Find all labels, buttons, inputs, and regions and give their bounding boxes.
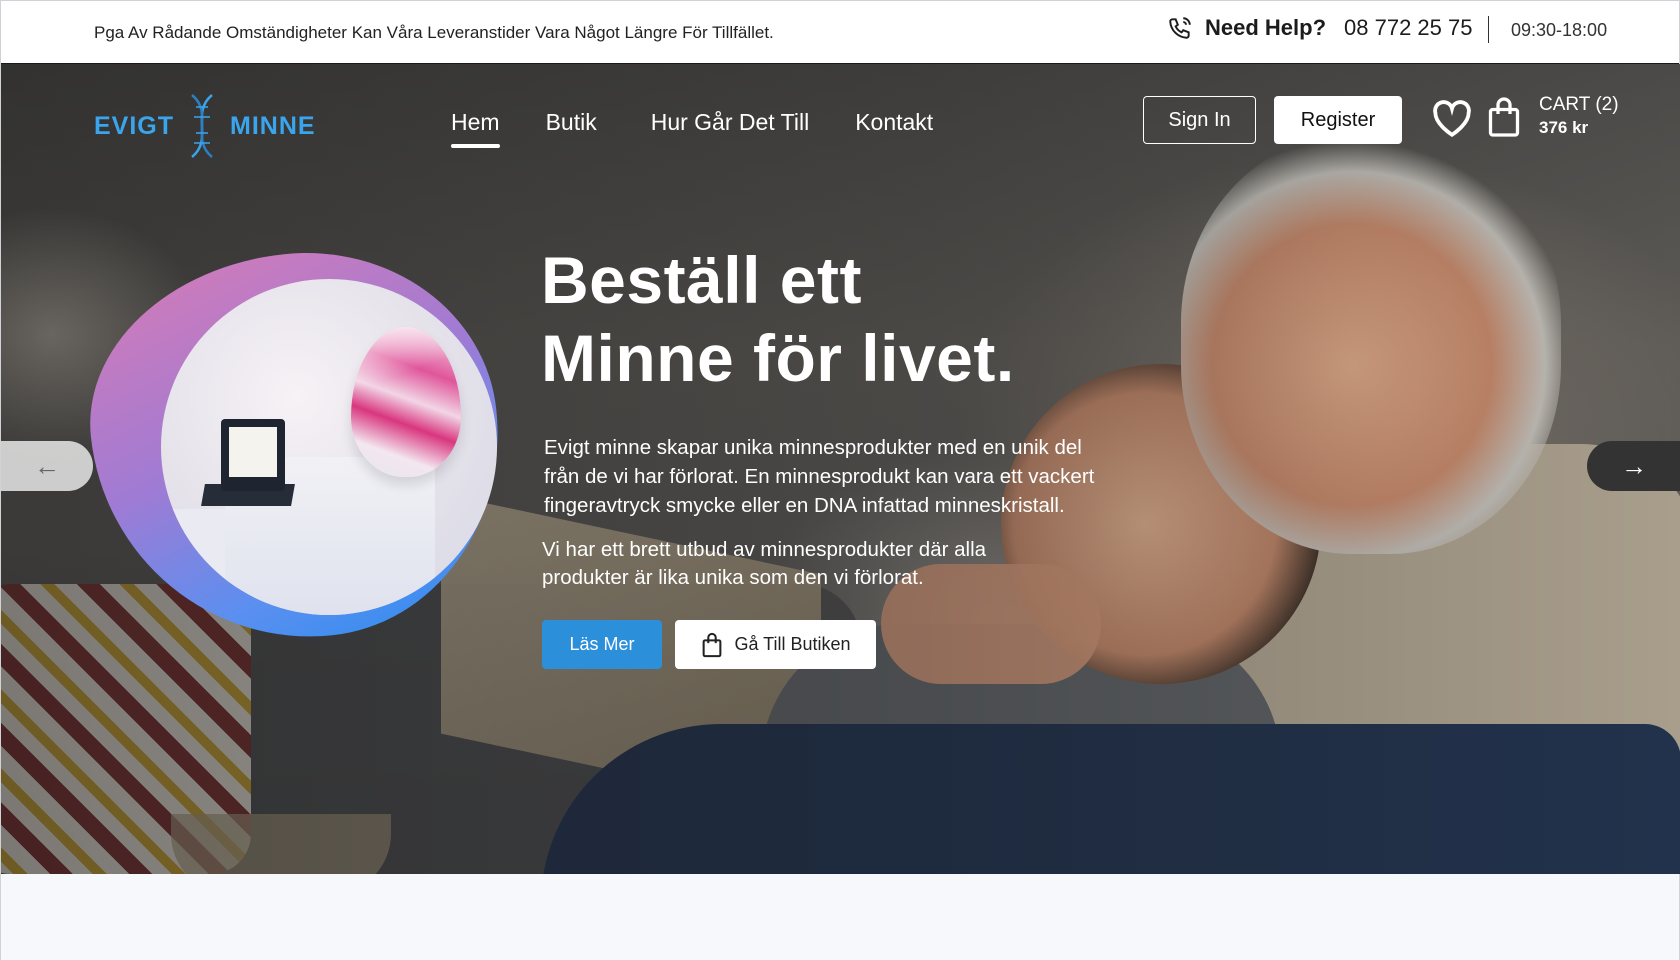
dna-helix-icon bbox=[191, 94, 213, 158]
site-logo[interactable]: EVIGT MINNE bbox=[94, 93, 316, 159]
product-image bbox=[161, 279, 497, 615]
go-to-shop-label: Gå Till Butiken bbox=[734, 634, 851, 654]
below-hero-section bbox=[1, 874, 1679, 960]
register-button[interactable]: Register bbox=[1274, 96, 1402, 144]
heart-icon[interactable] bbox=[1431, 99, 1473, 139]
arrow-left-icon: ← bbox=[34, 450, 60, 481]
shopping-bag-icon bbox=[703, 632, 722, 657]
memory-crystal-egg bbox=[351, 327, 461, 477]
announcement-text: Pga Av Rådande Omständigheter Kan Våra L… bbox=[94, 23, 774, 42]
nav-item-hur-gar-det-till[interactable]: Hur Går Det Till bbox=[651, 109, 809, 136]
shopping-bag-icon[interactable] bbox=[1486, 96, 1522, 138]
hero-headline: Beställ ett Minne för livet. bbox=[541, 241, 1015, 397]
help-label: Need Help? bbox=[1205, 15, 1327, 40]
hero-subdescription: Vi har ett brett utbud av minnesprodukte… bbox=[542, 538, 987, 589]
topbar-divider bbox=[1488, 16, 1489, 43]
cart-amount: 376 kr bbox=[1539, 118, 1589, 137]
page: Pga Av Rådande Omständigheter Kan Våra L… bbox=[0, 0, 1680, 960]
headline-line-2: Minne för livet. bbox=[541, 321, 1015, 395]
logo-text-left: EVIGT bbox=[94, 111, 175, 140]
go-to-shop-button[interactable]: Gå Till Butiken bbox=[675, 620, 876, 669]
cart-label: CART (2) bbox=[1539, 94, 1619, 115]
phone-number[interactable]: 08 772 25 75 bbox=[1344, 15, 1472, 41]
main-nav: Hem Butik Hur Går Det Till Kontakt bbox=[451, 109, 933, 148]
opening-hours: 09:30-18:00 bbox=[1511, 20, 1608, 40]
announcement-bar: Pga Av Rådande Omständigheter Kan Våra L… bbox=[1, 1, 1679, 64]
ring-box-insert bbox=[229, 427, 277, 477]
phone-call-icon bbox=[1169, 17, 1191, 39]
logo-text-right: MINNE bbox=[230, 111, 316, 140]
hero-description: Evigt minne skapar unika minnesprodukter… bbox=[544, 436, 1095, 517]
headline-line-1: Beställ ett bbox=[541, 243, 862, 317]
sign-in-button[interactable]: Sign In bbox=[1143, 96, 1256, 144]
read-more-button[interactable]: Läs Mer bbox=[542, 620, 662, 669]
arrow-right-icon: → bbox=[1621, 450, 1647, 481]
slider-next-button[interactable]: → bbox=[1587, 441, 1680, 491]
help-contact[interactable]: Need Help? 08 772 25 75 bbox=[1167, 15, 1473, 41]
nav-item-hem[interactable]: Hem bbox=[451, 109, 500, 148]
cart-summary[interactable]: CART (2) 376 kr bbox=[1539, 94, 1619, 138]
slider-prev-button[interactable]: ← bbox=[1, 441, 93, 491]
nav-item-butik[interactable]: Butik bbox=[546, 109, 597, 136]
nav-item-kontakt[interactable]: Kontakt bbox=[855, 109, 933, 136]
